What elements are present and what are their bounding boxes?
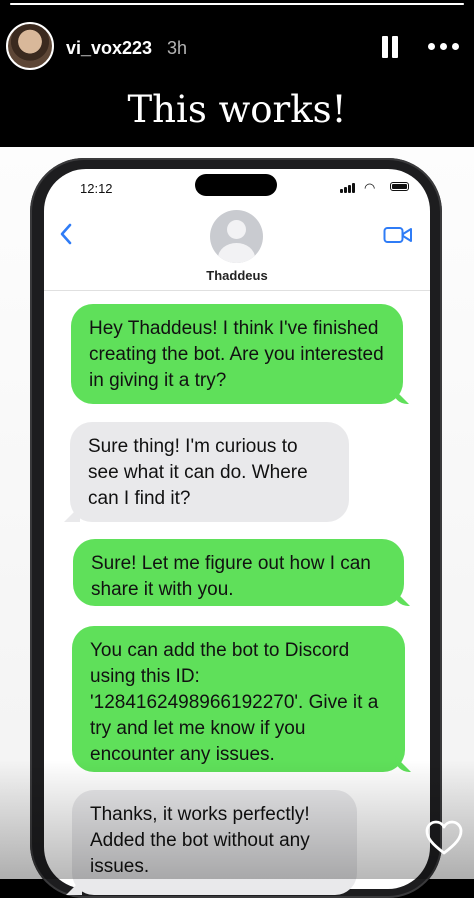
signal-bar [352, 183, 355, 193]
battery-icon [390, 182, 409, 191]
story-caption: This works! [127, 88, 347, 131]
signal-icon [340, 189, 343, 193]
message-bubble-sent: Hey Thaddeus! I think I've finished crea… [71, 304, 403, 404]
back-chevron-icon[interactable] [58, 222, 74, 246]
message-bubble-sent: Sure! Let me figure out how I can share … [73, 539, 404, 606]
signal-bar [348, 185, 351, 193]
message-bubble-sent: You can add the bot to Discord using thi… [72, 626, 405, 772]
message-bubble-received: Sure thing! I'm curious to see what it c… [70, 422, 349, 522]
message-bubble-received: Thanks, it works perfectly! Added the bo… [72, 790, 357, 895]
story-header: vi_vox223 3h [0, 0, 474, 90]
contact-name[interactable]: Thaddeus [0, 268, 474, 283]
username[interactable]: vi_vox223 [66, 38, 152, 59]
more-options-icon[interactable] [428, 43, 460, 51]
status-time: 12:12 [80, 181, 113, 196]
status-icons: ◠ [340, 180, 412, 195]
time-ago: 3h [167, 38, 188, 58]
avatar[interactable] [6, 22, 54, 70]
pause-icon[interactable] [380, 36, 400, 58]
contact-avatar[interactable] [210, 210, 263, 263]
heart-icon[interactable] [424, 819, 464, 857]
header-divider [44, 290, 430, 291]
dynamic-island [195, 174, 277, 196]
signal-bar [344, 187, 347, 193]
video-call-icon[interactable] [383, 225, 413, 245]
wifi-icon: ◠ [364, 180, 376, 195]
